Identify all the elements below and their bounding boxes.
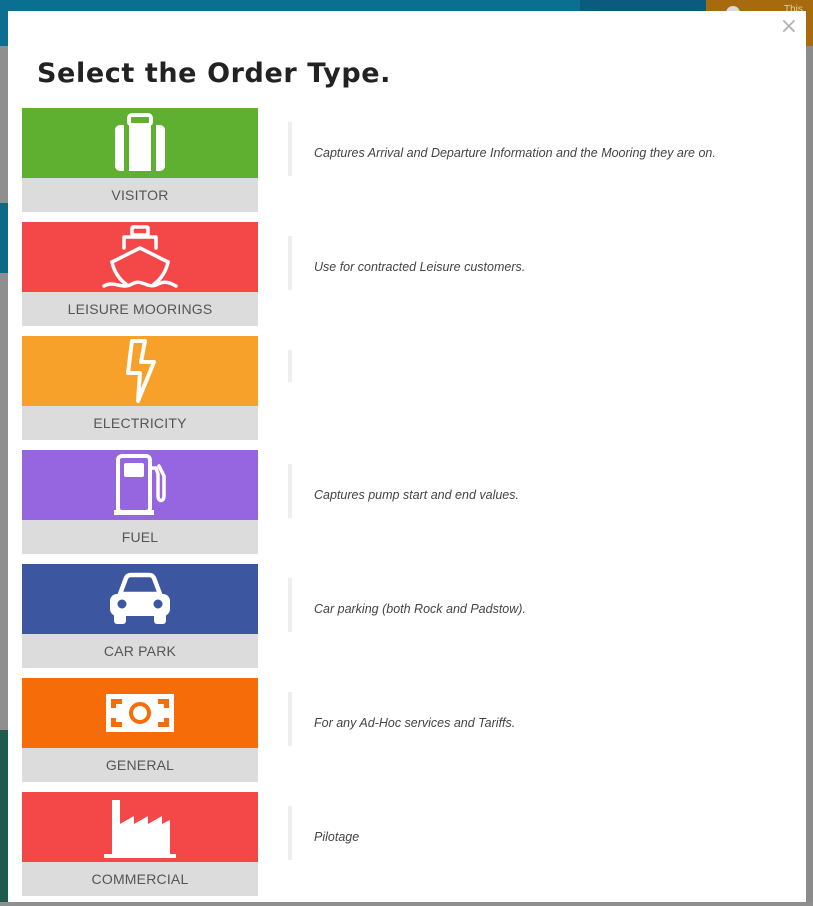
tile-color-area	[22, 108, 258, 178]
description-divider	[288, 464, 292, 518]
close-button[interactable]: ×	[780, 15, 798, 39]
modal-title: Select the Order Type.	[37, 58, 392, 89]
order-type-tile-general[interactable]: GENERAL	[22, 678, 258, 782]
order-type-tile-leisure-moorings[interactable]: LEISURE MOORINGS	[22, 222, 258, 326]
fuel-pump-icon	[114, 454, 166, 515]
background-right-column	[806, 46, 813, 902]
description-divider	[288, 122, 292, 176]
tile-label: ELECTRICITY	[22, 406, 258, 440]
banknote-icon	[106, 694, 174, 732]
order-type-row-commercial: COMMERCIAL Pilotage	[22, 792, 792, 896]
tile-label: GENERAL	[22, 748, 258, 782]
tile-label: CAR PARK	[22, 634, 258, 668]
lightning-bolt-icon	[126, 339, 156, 403]
tile-color-area	[22, 792, 258, 862]
order-type-description: Pilotage	[314, 830, 360, 844]
order-type-row-fuel: FUEL Captures pump start and end values.	[22, 450, 792, 554]
order-type-tile-commercial[interactable]: COMMERCIAL	[22, 792, 258, 896]
order-type-tile-fuel[interactable]: FUEL	[22, 450, 258, 554]
tile-label: VISITOR	[22, 178, 258, 212]
order-type-row-visitor: VISITOR Captures Arrival and Departure I…	[22, 108, 792, 212]
factory-icon	[104, 800, 176, 858]
order-type-row-general: GENERAL For any Ad-Hoc services and Tari…	[22, 678, 792, 782]
order-type-tile-visitor[interactable]: VISITOR	[22, 108, 258, 212]
order-type-description: For any Ad-Hoc services and Tariffs.	[314, 716, 516, 730]
tile-label: LEISURE MOORINGS	[22, 292, 258, 326]
tile-color-area	[22, 336, 258, 406]
tile-label: COMMERCIAL	[22, 862, 258, 896]
car-icon	[110, 572, 170, 624]
luggage-icon	[115, 113, 165, 171]
ship-icon	[102, 225, 178, 288]
tile-color-area	[22, 678, 258, 748]
order-type-tile-electricity[interactable]: ELECTRICITY	[22, 336, 258, 440]
order-type-list: VISITOR Captures Arrival and Departure I…	[22, 108, 792, 906]
description-divider	[288, 692, 292, 746]
order-type-row-car-park: CAR PARK Car parking (both Rock and Pads…	[22, 564, 792, 668]
order-type-description: Use for contracted Leisure customers.	[314, 260, 526, 274]
description-divider	[288, 350, 292, 382]
order-type-row-leisure-moorings: LEISURE MOORINGS Use for contracted Leis…	[22, 222, 792, 326]
order-type-tile-car-park[interactable]: CAR PARK	[22, 564, 258, 668]
order-type-description: Car parking (both Rock and Padstow).	[314, 602, 526, 616]
description-divider	[288, 806, 292, 860]
order-type-modal: × Select the Order Type. VISITOR Capture…	[8, 11, 806, 902]
description-divider	[288, 236, 292, 290]
order-type-description: Captures Arrival and Departure Informati…	[314, 146, 716, 160]
description-divider	[288, 578, 292, 632]
tile-label: FUEL	[22, 520, 258, 554]
order-type-row-electricity: ELECTRICITY	[22, 336, 792, 440]
tile-color-area	[22, 450, 258, 520]
tile-color-area	[22, 222, 258, 292]
order-type-description: Captures pump start and end values.	[314, 488, 519, 502]
tile-color-area	[22, 564, 258, 634]
